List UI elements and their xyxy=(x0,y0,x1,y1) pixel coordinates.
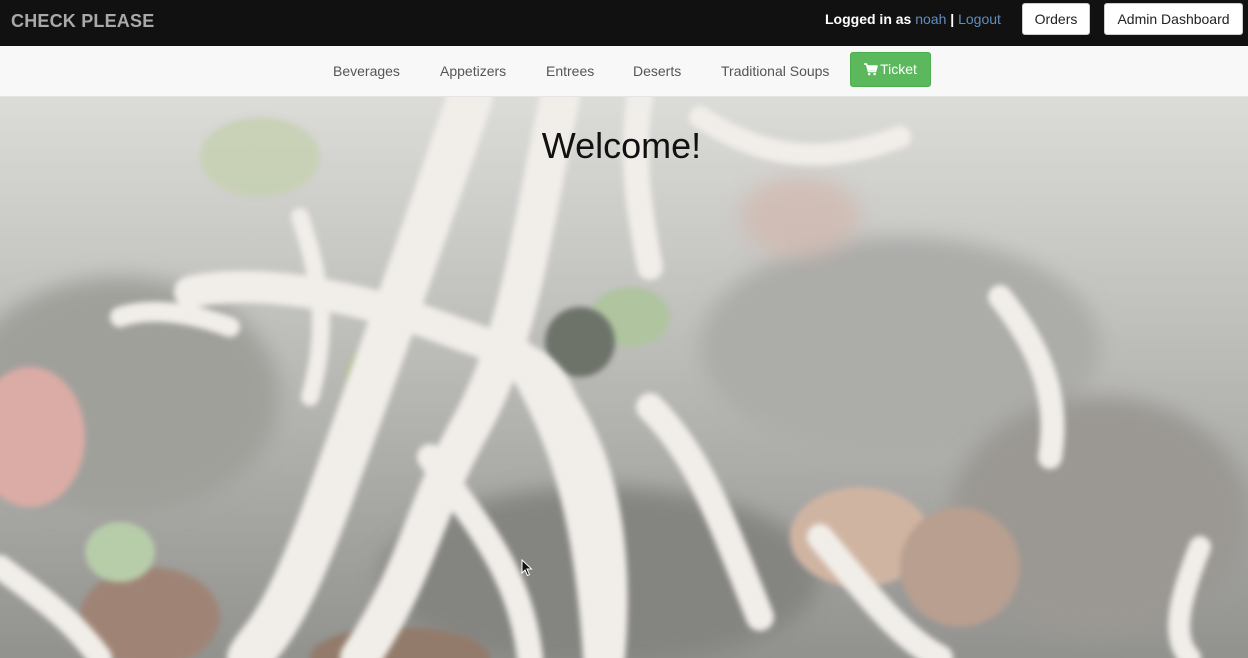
mouse-cursor-icon xyxy=(521,559,533,577)
nav-appetizers[interactable]: Appetizers xyxy=(440,63,506,79)
welcome-heading: Welcome! xyxy=(541,125,702,166)
logout-link[interactable]: Logout xyxy=(958,11,1001,27)
nav-beverages[interactable]: Beverages xyxy=(333,63,400,79)
cart-icon xyxy=(864,62,878,79)
nav-traditional-soups[interactable]: Traditional Soups xyxy=(721,63,829,79)
login-status: Logged in as noah | Logout xyxy=(825,11,1001,27)
hero-banner: Welcome! xyxy=(0,97,1248,658)
ticket-button[interactable]: Ticket xyxy=(850,52,931,87)
ticket-label: Ticket xyxy=(880,60,917,77)
brand-logo[interactable]: CHECK PLEASE xyxy=(11,11,154,32)
orders-button[interactable]: Orders xyxy=(1022,3,1090,35)
admin-dashboard-button[interactable]: Admin Dashboard xyxy=(1104,3,1243,35)
category-nav: Beverages Appetizers Entrees Deserts Tra… xyxy=(0,46,1248,97)
username-link[interactable]: noah xyxy=(915,11,946,27)
nav-deserts[interactable]: Deserts xyxy=(633,63,681,79)
nav-entrees[interactable]: Entrees xyxy=(546,63,594,79)
separator: | xyxy=(950,11,955,27)
top-navbar: CHECK PLEASE Logged in as noah | Logout … xyxy=(0,0,1248,46)
logged-in-label: Logged in as xyxy=(825,11,912,27)
food-background-image xyxy=(0,97,1248,658)
